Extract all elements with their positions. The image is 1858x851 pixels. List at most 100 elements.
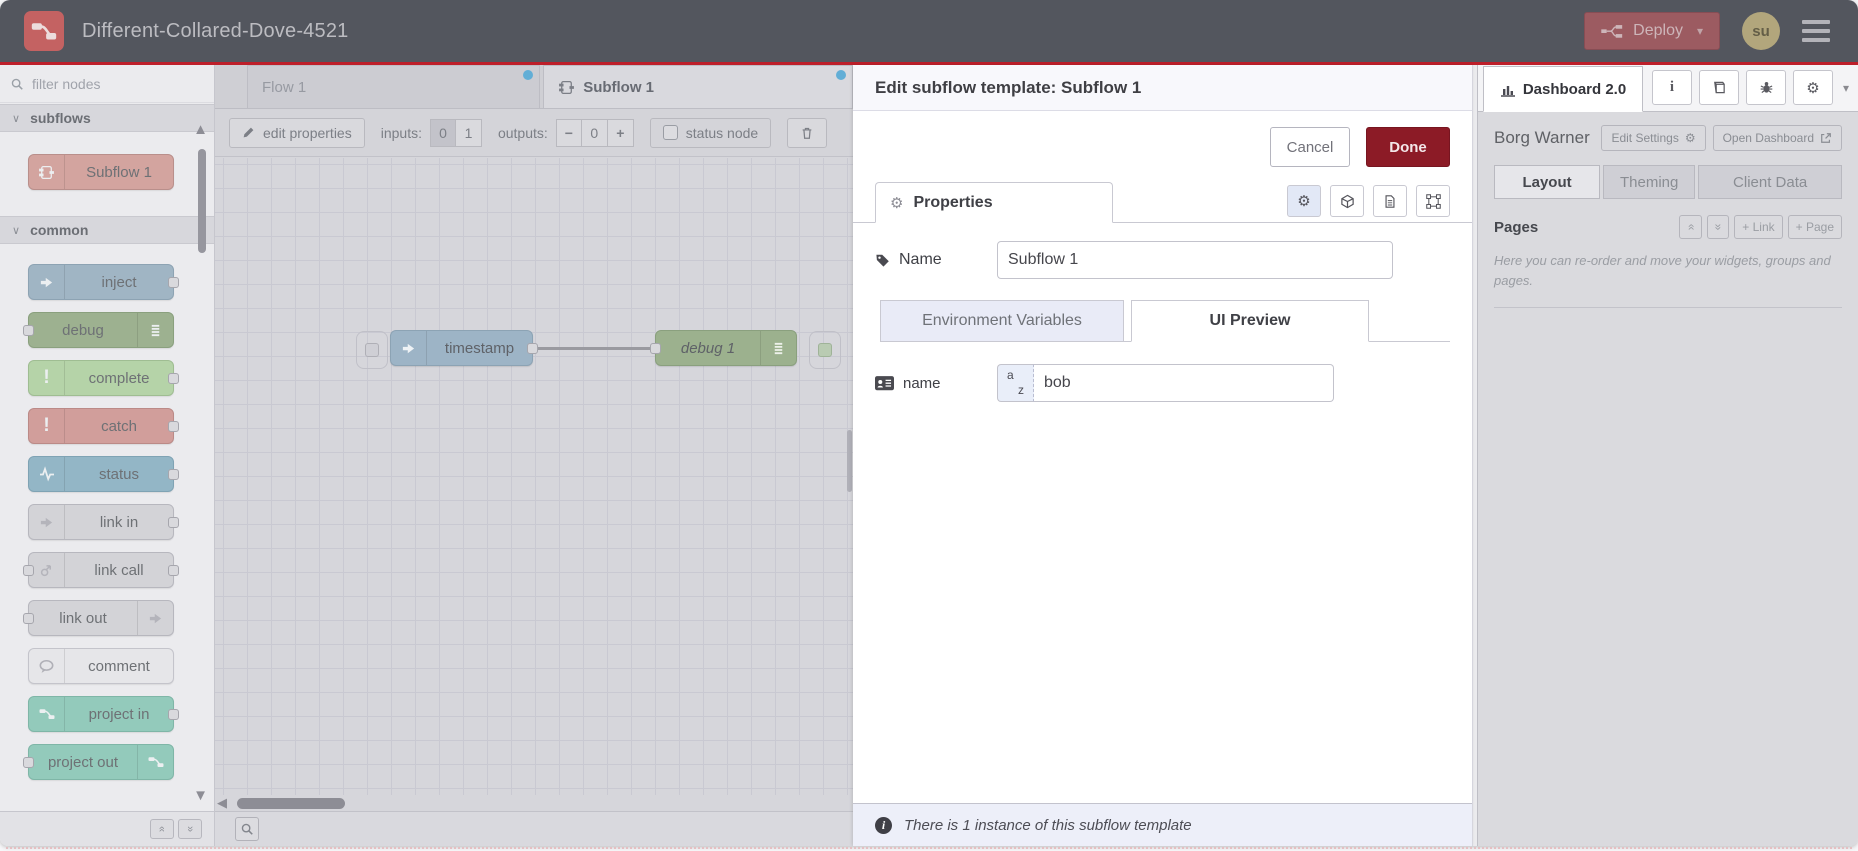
gear-icon: ⚙ xyxy=(1684,131,1696,145)
outputs-value: 0 xyxy=(581,118,608,147)
pencil-icon xyxy=(242,126,255,139)
node-input-port[interactable] xyxy=(650,343,661,354)
flow-canvas[interactable]: timestamp debug 1 xyxy=(215,158,853,795)
palette-node-debug[interactable]: debug xyxy=(23,312,174,348)
palette-scroll-down-icon[interactable]: ▼ xyxy=(193,787,208,804)
palette-node-inject[interactable]: inject xyxy=(28,264,179,300)
tab-properties[interactable]: ⚙ Properties xyxy=(875,182,1113,223)
properties-view-button[interactable]: ⚙ xyxy=(1287,185,1321,217)
canvas-node-timestamp[interactable]: timestamp xyxy=(390,330,538,366)
cube-icon xyxy=(1340,194,1355,209)
filter-nodes-input[interactable] xyxy=(32,75,192,92)
subflow-input-stub[interactable] xyxy=(356,331,388,369)
add-page-button[interactable]: + Page xyxy=(1787,215,1842,239)
palette-node-subflow-1[interactable]: Subflow 1 xyxy=(28,154,174,190)
expand-all-button[interactable]: » xyxy=(178,819,202,839)
project-in-icon xyxy=(29,697,65,731)
string-type-selector[interactable]: a z xyxy=(997,364,1034,402)
palette-node-project-in[interactable]: project in xyxy=(28,696,179,732)
help-tab-button[interactable] xyxy=(1699,70,1739,105)
node-output-port xyxy=(168,565,179,576)
collapse-pages-button[interactable]: » xyxy=(1678,215,1702,239)
palette-node-comment[interactable]: comment xyxy=(28,648,174,684)
horizontal-scrollbar-thumb[interactable] xyxy=(237,797,345,809)
node-label: complete xyxy=(88,369,150,387)
outputs-increase-button[interactable]: + xyxy=(607,118,634,147)
canvas-node-debug-1[interactable]: debug 1 xyxy=(650,330,797,366)
category-common[interactable]: ∨ common xyxy=(0,216,214,244)
palette-scroll-up-icon[interactable]: ▲ xyxy=(193,121,208,138)
palette-scrollbar-thumb[interactable] xyxy=(198,149,206,253)
env-input-group: a z xyxy=(997,364,1334,402)
palette-node-status[interactable]: status xyxy=(28,456,179,492)
subflow-name-input[interactable] xyxy=(997,241,1393,279)
config-tab-button[interactable]: ⚙ xyxy=(1793,70,1833,105)
deploy-button[interactable]: Deploy ▾ xyxy=(1584,12,1720,50)
status-node-toggle[interactable]: status node xyxy=(649,117,772,148)
add-link-button[interactable]: + Link xyxy=(1734,215,1783,239)
tab-theming[interactable]: Theming xyxy=(1603,165,1696,199)
done-button[interactable]: Done xyxy=(1366,127,1450,167)
avatar[interactable]: su xyxy=(1742,12,1780,50)
palette-node-link-in[interactable]: link in xyxy=(28,504,179,540)
delete-subflow-button[interactable] xyxy=(787,117,828,148)
project-out-icon xyxy=(137,745,173,779)
deploy-caret-icon[interactable]: ▾ xyxy=(1697,24,1703,38)
tab-dashboard-2[interactable]: Dashboard 2.0 xyxy=(1483,66,1643,112)
env-value-input[interactable] xyxy=(1034,364,1334,402)
canvas-search-button[interactable] xyxy=(235,817,259,841)
tab-layout[interactable]: Layout xyxy=(1494,165,1601,199)
appearance-view-button[interactable] xyxy=(1416,185,1450,217)
open-dashboard-button[interactable]: Open Dashboard xyxy=(1712,125,1842,151)
inputs-option-0[interactable]: 0 xyxy=(429,118,456,147)
tab-environment-variables[interactable]: Environment Variables xyxy=(880,300,1124,342)
outputs-decrease-button[interactable]: − xyxy=(555,118,582,147)
module-view-button[interactable] xyxy=(1330,185,1364,217)
node-label: link call xyxy=(94,561,144,579)
subflow-output-stub[interactable] xyxy=(809,331,841,369)
tab-subflow-1[interactable]: Subflow 1 xyxy=(543,65,853,108)
collapse-all-button[interactable]: » xyxy=(150,819,174,839)
node-label: timestamp xyxy=(444,339,515,357)
expand-pages-button[interactable]: » xyxy=(1706,215,1730,239)
node-output-port[interactable] xyxy=(527,343,538,354)
debug-icon xyxy=(137,313,173,347)
node-label: link in xyxy=(99,513,139,531)
vertical-scrollbar-thumb[interactable] xyxy=(847,430,852,492)
description-view-button[interactable] xyxy=(1373,185,1407,217)
tab-flow-1[interactable]: Flow 1 xyxy=(247,65,541,108)
book-icon xyxy=(1711,80,1727,95)
subflow-icon xyxy=(29,155,65,189)
edit-properties-label: edit properties xyxy=(263,124,352,141)
inputs-option-1[interactable]: 1 xyxy=(455,118,482,147)
pages-buttons: » » + Link + Page xyxy=(1678,215,1842,239)
scroll-left-icon[interactable]: ◀ xyxy=(217,795,227,811)
window-bottom-edge xyxy=(6,847,1852,849)
tab-ui-preview[interactable]: UI Preview xyxy=(1131,300,1369,342)
cancel-button[interactable]: Cancel xyxy=(1270,127,1350,167)
palette-node-complete[interactable]: ! complete xyxy=(28,360,179,396)
palette-node-project-out[interactable]: project out xyxy=(23,744,174,780)
category-subflows[interactable]: ∨ subflows xyxy=(0,104,214,132)
properties-subtabs: Environment Variables UI Preview xyxy=(880,299,1450,342)
status-node-checkbox[interactable] xyxy=(662,125,678,140)
node-input-port xyxy=(23,325,34,336)
palette-list: ∨ subflows Subflow 1 ∨ common inject deb… xyxy=(0,104,214,811)
sidebar-menu-caret-icon[interactable]: ▾ xyxy=(1843,81,1849,95)
palette-node-link-out[interactable]: link out xyxy=(23,600,174,636)
tab-client-data[interactable]: Client Data xyxy=(1698,165,1842,199)
palette-node-link-call[interactable]: link call xyxy=(23,552,179,588)
info-tab-button[interactable]: i xyxy=(1652,70,1692,105)
debug-tab-button[interactable] xyxy=(1746,70,1786,105)
node-input-port xyxy=(23,565,34,576)
divider xyxy=(1494,307,1842,309)
edit-settings-button[interactable]: Edit Settings ⚙ xyxy=(1601,125,1706,151)
link-call-icon xyxy=(29,553,65,587)
node-output-port xyxy=(168,277,179,288)
status-pulse-icon xyxy=(29,457,65,491)
main-menu-icon[interactable] xyxy=(1802,20,1830,42)
node-label: link out xyxy=(59,609,107,627)
edit-properties-button[interactable]: edit properties xyxy=(229,117,365,148)
dashboard-name: Borg Warner xyxy=(1494,128,1590,147)
palette-node-catch[interactable]: ! catch xyxy=(28,408,179,444)
